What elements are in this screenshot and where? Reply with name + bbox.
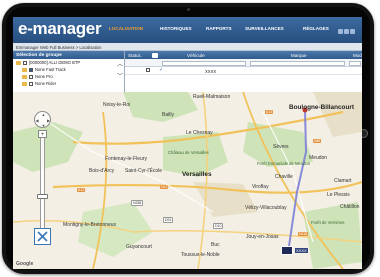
- camera-icon: [187, 8, 190, 11]
- logout-icon[interactable]: [350, 29, 355, 34]
- top-bar: e-manager LOCALISATION HISTORIQUES RAPPO…: [13, 17, 362, 43]
- place-label: Bois-d'Arcy: [89, 168, 115, 174]
- road-label: A13: [265, 110, 274, 114]
- poi-label: Château de Versailles: [168, 150, 209, 155]
- place-label: Toussus-le-Noble: [181, 252, 220, 258]
- place-label: Noisy-le-Roi: [103, 102, 131, 108]
- group-scroll[interactable]: ︿ ﹀: [116, 59, 124, 89]
- filter-row: [125, 59, 362, 67]
- chevron-down-icon[interactable]: ﹀: [116, 71, 124, 83]
- vehicle-marker-icon[interactable]: [281, 246, 293, 255]
- place-label: Meudon: [309, 155, 328, 161]
- poi-label: Forêt de Verrières: [311, 220, 345, 225]
- tree-item-label: [0000000] ALLI DEMO BTP: [29, 60, 81, 65]
- place-label: Le Plessis: [327, 192, 350, 198]
- folder-icon: [22, 74, 27, 79]
- checkbox[interactable]: [23, 60, 27, 65]
- checkbox-checked[interactable]: [29, 67, 33, 72]
- tree-item-root[interactable]: [0000000] ALLI DEMO BTP: [13, 59, 124, 66]
- pan-up-icon[interactable]: ▲: [42, 112, 46, 117]
- tree-item-pro[interactable]: None Pro: [13, 73, 124, 80]
- place-label: Boulogne-Billancourt: [289, 104, 354, 111]
- tree-item-label: None Fast Track: [35, 67, 66, 72]
- poi-label: Forêt Domaniale de Meudon: [257, 161, 311, 166]
- place-label: Vélizy-Villacoublay: [245, 205, 287, 211]
- place-label: Viroflay: [252, 184, 269, 190]
- place-label: Buc: [211, 242, 220, 248]
- group-panel-title: Sélection de groupe: [13, 51, 124, 59]
- app-screen: e-manager LOCALISATION HISTORIQUES RAPPO…: [13, 17, 362, 269]
- col-status[interactable]: Statut..: [128, 53, 143, 58]
- vehicle-name: XXXX: [205, 68, 217, 74]
- place-label: Montigny-le-Bretonneux: [63, 222, 117, 228]
- forest-area: [303, 202, 362, 269]
- col-brand[interactable]: Marque: [291, 53, 307, 58]
- row-checkbox[interactable]: [146, 68, 150, 72]
- col-vehicle[interactable]: Véhicule: [187, 53, 205, 58]
- road-label: N286: [131, 200, 144, 206]
- place-label: Sèvres: [273, 144, 289, 150]
- zoom-slider-thumb[interactable]: [37, 194, 48, 199]
- place-label: Bailly: [162, 112, 174, 118]
- tree-item-fast-track[interactable]: None Fast Track: [13, 66, 124, 73]
- group-selection-panel: Sélection de groupe [0000000] ALLI DEMO …: [13, 51, 125, 92]
- tree-item-label: None Rider: [35, 81, 57, 86]
- place-label: Guyancourt: [126, 244, 152, 250]
- user-icon[interactable]: [344, 29, 349, 34]
- help-icon[interactable]: [338, 29, 343, 34]
- grid-header: Statut.. Véhicule Marque Mod: [125, 51, 362, 59]
- folder-icon: [22, 67, 27, 72]
- road-label: A86: [313, 139, 322, 143]
- google-logo: Google: [16, 261, 34, 267]
- check-icon: ✓: [159, 67, 164, 73]
- breadcrumb: Emmanager Web Full Business > Localisati…: [13, 43, 362, 51]
- pan-left-icon[interactable]: ◀: [36, 118, 39, 123]
- place-label: Saint-Cyr-l'École: [125, 168, 163, 174]
- place-label: Chaville: [275, 174, 293, 180]
- pan-control[interactable]: ▲ ▼ ◀ ▶: [34, 111, 51, 128]
- chevron-up-icon[interactable]: ︿: [116, 59, 124, 71]
- vehicle-filter-input[interactable]: [162, 60, 246, 66]
- zoom-in-button[interactable]: +: [38, 130, 47, 138]
- tree-item-rider[interactable]: None Rider: [13, 80, 124, 87]
- place-label: Fontenay-le-Fleury: [105, 156, 147, 162]
- checkbox[interactable]: [29, 74, 33, 79]
- nav-reglages[interactable]: RÉGLAGES: [303, 26, 329, 31]
- brand-filter-input[interactable]: [250, 60, 345, 66]
- tablet-frame: e-manager LOCALISATION HISTORIQUES RAPPO…: [2, 3, 374, 274]
- folder-icon: [16, 60, 21, 65]
- road-label: D10: [213, 223, 224, 229]
- nav-rapports[interactable]: RAPPORTS: [206, 26, 232, 31]
- road-label: N12: [160, 185, 169, 189]
- place-label: Clamart: [334, 178, 352, 184]
- select-all-checkbox[interactable]: [152, 52, 158, 58]
- place-label: Jouy-en-Josas: [246, 234, 279, 240]
- nav-surveillances[interactable]: SURVEILLANCES: [245, 26, 284, 31]
- checkbox[interactable]: [29, 81, 33, 86]
- pan-down-icon[interactable]: ▼: [42, 123, 46, 128]
- col-model[interactable]: Mod: [353, 53, 362, 58]
- nav-historiques[interactable]: HISTORIQUES: [160, 26, 192, 31]
- vehicle-grid: Statut.. Véhicule Marque Mod ✓ XXXX: [125, 51, 362, 92]
- map-canvas: [13, 92, 362, 269]
- streetview-icon[interactable]: [34, 228, 51, 245]
- table-row[interactable]: ✓ XXXX: [125, 67, 362, 75]
- place-label: Versailles: [182, 171, 212, 178]
- model-filter-input[interactable]: [349, 60, 361, 66]
- road-label: D91: [163, 217, 174, 223]
- place-label: Rueil-Malmaison: [193, 94, 231, 100]
- folder-icon: [22, 81, 27, 86]
- road-label: N118: [298, 232, 309, 236]
- map-view[interactable]: Boulogne-Billancourt Versailles Vélizy-V…: [13, 92, 362, 269]
- place-label: Châtillon: [340, 204, 360, 210]
- app-logo: e-manager: [18, 19, 102, 38]
- pan-right-icon[interactable]: ▶: [47, 118, 50, 123]
- tree-item-label: None Pro: [35, 74, 53, 79]
- nav-localisation[interactable]: LOCALISATION: [109, 26, 143, 31]
- place-label: Le Chesnay: [186, 130, 213, 136]
- window-controls: [337, 21, 359, 34]
- vehicle-marker-label[interactable]: XXXX: [295, 248, 308, 253]
- road-label: A12: [77, 188, 86, 192]
